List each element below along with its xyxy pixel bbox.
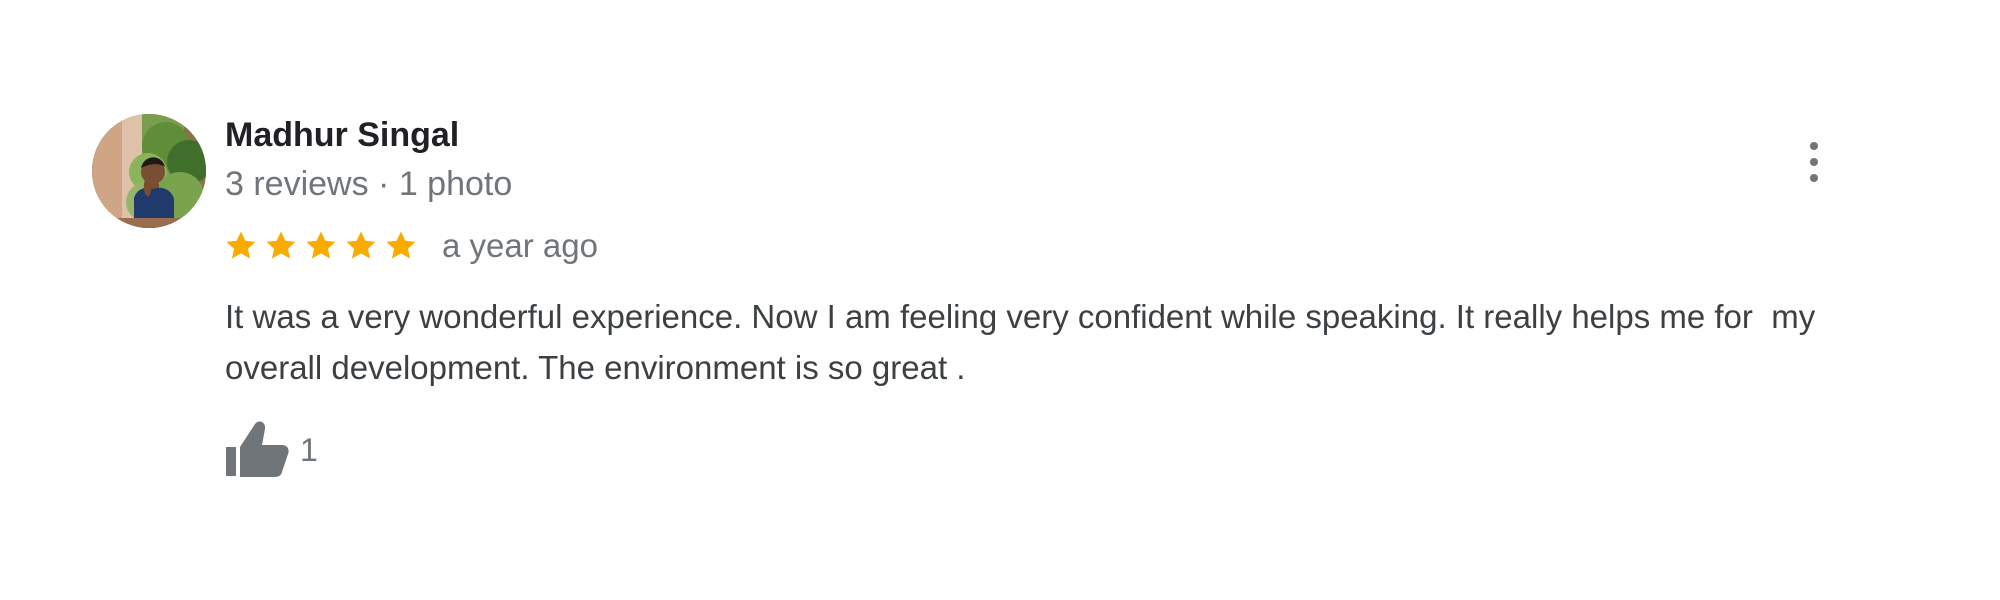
- star-icon: [266, 231, 296, 259]
- star-icon: [346, 231, 376, 259]
- star-icon: [386, 231, 416, 259]
- vertical-more-icon: [1810, 142, 1818, 182]
- like-count: 1: [300, 432, 318, 468]
- five-star-rating: [224, 228, 418, 264]
- reviewer-name[interactable]: Madhur Singal: [225, 114, 459, 156]
- more-dot: [1810, 158, 1818, 166]
- more-dot: [1810, 142, 1818, 150]
- like-button[interactable]: [224, 420, 292, 480]
- more-dot: [1810, 174, 1818, 182]
- review-date: a year ago: [442, 227, 598, 264]
- profile-photo-image: [92, 114, 206, 228]
- star-icon: [226, 231, 256, 259]
- helpful-row: 1: [224, 420, 318, 480]
- more-options-button[interactable]: [1794, 138, 1834, 186]
- rating-row: a year ago: [224, 222, 598, 270]
- review-text: It was a very wonderful experience. Now …: [225, 298, 1825, 386]
- reviewer-avatar[interactable]: [92, 114, 206, 228]
- reviewer-stats: 3 reviews · 1 photo: [225, 165, 513, 203]
- review-card: Madhur Singal 3 reviews · 1 photo a year…: [0, 0, 2000, 600]
- star-icon: [306, 231, 336, 259]
- thumbs-up-icon: [226, 421, 289, 477]
